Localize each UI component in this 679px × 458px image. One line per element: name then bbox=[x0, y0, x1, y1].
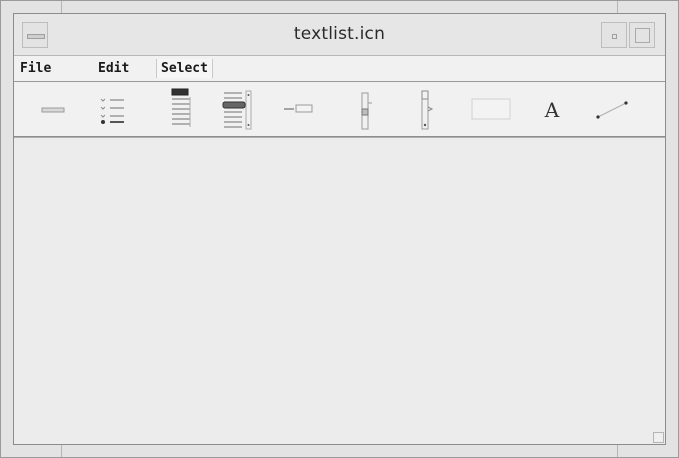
vertical-scrollbar-tool-icon bbox=[421, 90, 434, 130]
menu-select[interactable]: Select bbox=[156, 59, 213, 78]
title-bar[interactable]: textlist.icn bbox=[14, 14, 665, 56]
tool-palette: A bbox=[14, 82, 665, 137]
frame-corner-tick bbox=[61, 1, 62, 13]
frame-corner-tick bbox=[617, 1, 618, 13]
list-tool-icon bbox=[171, 88, 191, 127]
maximize-icon bbox=[635, 28, 650, 43]
line-tool[interactable] bbox=[588, 87, 632, 131]
scrolled-list-tool[interactable] bbox=[218, 87, 262, 131]
region-tool-icon bbox=[471, 98, 511, 120]
window-client-area: textlist.icn File Edit Select A bbox=[13, 13, 666, 445]
vertical-scrollbar-tool[interactable] bbox=[406, 87, 450, 131]
maximize-button[interactable] bbox=[629, 22, 655, 48]
frame-corner-tick bbox=[617, 445, 618, 457]
line-tool-icon bbox=[596, 101, 628, 119]
design-canvas[interactable] bbox=[14, 137, 665, 444]
checkbox-list-tool[interactable] bbox=[90, 87, 134, 131]
text-field-tool[interactable] bbox=[276, 87, 320, 131]
text-label-tool[interactable]: A bbox=[530, 87, 574, 131]
menu-bar: File Edit Select bbox=[14, 56, 665, 82]
list-tool[interactable] bbox=[160, 87, 204, 131]
svg-text:A: A bbox=[544, 98, 560, 122]
menu-edit[interactable]: Edit bbox=[94, 59, 133, 78]
text-field-tool-icon bbox=[284, 104, 313, 113]
vertical-slider-tool[interactable] bbox=[344, 87, 388, 131]
frame-corner-tick bbox=[61, 445, 62, 457]
menu-file[interactable]: File bbox=[16, 59, 55, 78]
scrolled-list-tool-icon bbox=[222, 90, 252, 130]
resize-grip[interactable] bbox=[653, 432, 664, 443]
checkbox-list-tool-icon bbox=[100, 98, 124, 124]
button-tool-icon bbox=[41, 107, 65, 113]
region-tool[interactable] bbox=[468, 87, 512, 131]
minimize-icon bbox=[612, 34, 617, 39]
button-tool[interactable] bbox=[32, 87, 76, 131]
application-window: textlist.icn File Edit Select A bbox=[0, 0, 679, 458]
vertical-slider-tool-icon bbox=[361, 92, 372, 130]
text-label-tool-icon: A bbox=[544, 98, 560, 122]
window-title: textlist.icn bbox=[293, 24, 386, 44]
minimize-button[interactable] bbox=[601, 22, 627, 48]
